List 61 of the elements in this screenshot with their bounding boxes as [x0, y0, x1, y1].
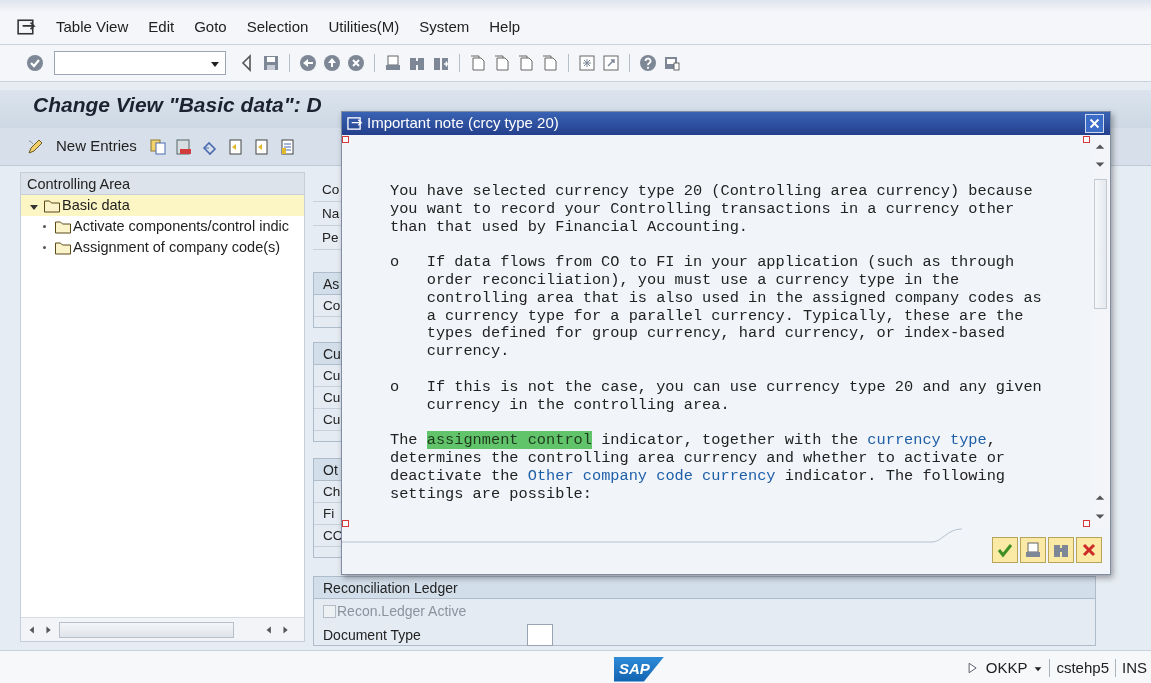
page-icon[interactable]: [493, 54, 511, 72]
link[interactable]: assignment control: [426, 431, 592, 450]
bullet-marker: o: [390, 254, 401, 274]
confirm-icon: [996, 541, 1014, 559]
find-button[interactable]: [1048, 537, 1074, 563]
close-button[interactable]: [1085, 114, 1104, 133]
window-icon[interactable]: [578, 54, 596, 72]
logo: SAP: [614, 657, 664, 682]
menu-item[interactable]: Table View: [56, 15, 129, 39]
print-button[interactable]: [1020, 537, 1046, 563]
screen-title: Change View "Basic data": D: [33, 93, 322, 116]
layout-icon[interactable]: [602, 54, 620, 72]
dialog-icon[interactable]: [16, 18, 36, 36]
page-icon[interactable]: [541, 54, 559, 72]
folder-icon: [54, 239, 72, 256]
doc-list-icon[interactable]: [278, 137, 297, 156]
checkbox-label: Recon.Ledger Active: [337, 601, 467, 621]
leaf-dot-icon: [43, 246, 46, 249]
tree-item[interactable]: Activate components/control indic: [73, 216, 289, 237]
back-icon[interactable]: [299, 54, 317, 72]
corner-marker: [342, 136, 349, 143]
transaction-code[interactable]: OKKP: [985, 657, 1028, 680]
tree-header: Controlling Area: [21, 173, 304, 195]
link[interactable]: currency type: [867, 431, 987, 450]
confirm-button[interactable]: [992, 537, 1018, 563]
scroll-track[interactable]: [59, 621, 234, 638]
field-label: Document Type: [323, 625, 422, 645]
dialog-icon: [346, 116, 363, 131]
menu-item[interactable]: System: [419, 15, 470, 39]
folder-icon: [54, 218, 72, 235]
copy-icon[interactable]: [148, 137, 167, 156]
command-field[interactable]: [54, 51, 226, 75]
delete-icon[interactable]: [174, 137, 193, 156]
leaf-dot-icon: [43, 225, 46, 228]
new-entries-button[interactable]: New Entries: [52, 133, 141, 160]
pencil-icon[interactable]: [26, 137, 44, 156]
menu-item[interactable]: Goto: [194, 15, 227, 39]
cancel-x-icon: [1080, 541, 1098, 559]
print-icon[interactable]: [384, 54, 402, 72]
cancel-icon[interactable]: [347, 54, 365, 72]
input-mode: INS: [1122, 658, 1147, 678]
close-icon: [1087, 116, 1102, 131]
tree-item[interactable]: Assignment of company code(s): [73, 237, 281, 258]
page-icon[interactable]: [517, 54, 535, 72]
save-icon[interactable]: [262, 54, 280, 72]
monitor-icon[interactable]: [663, 54, 681, 72]
cancel-button[interactable]: [1076, 537, 1102, 563]
group-title: Reconciliation Ledger: [314, 577, 1095, 599]
menu-item[interactable]: Help: [489, 15, 521, 39]
menu-item[interactable]: Utilities(M): [328, 15, 400, 39]
print-icon: [1024, 541, 1042, 559]
dialog-title: Important note (crcy type 20): [367, 113, 559, 134]
system-name: cstehp5: [1056, 658, 1109, 678]
scroll-thumb[interactable]: [1094, 179, 1107, 309]
menu-item[interactable]: Selection: [246, 15, 309, 39]
menu-item[interactable]: Edit: [148, 15, 175, 39]
input-field[interactable]: [527, 624, 553, 646]
help-icon[interactable]: [639, 54, 657, 72]
check-icon[interactable]: [26, 54, 44, 72]
corner-marker: [342, 520, 349, 527]
page-icon[interactable]: [469, 54, 487, 72]
